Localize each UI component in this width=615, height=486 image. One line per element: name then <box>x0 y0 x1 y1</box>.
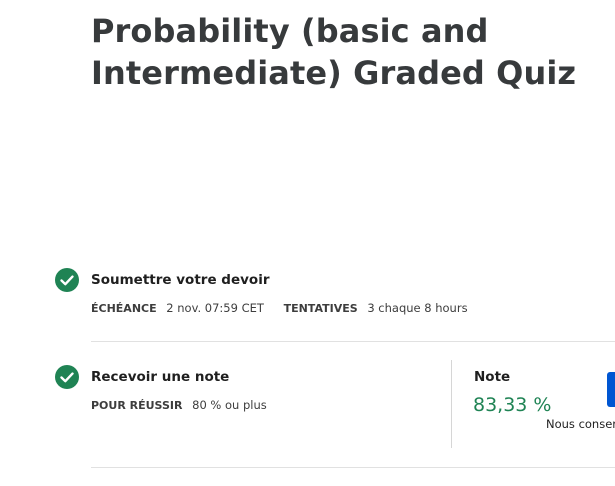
grade-subtext: Nous conser <box>546 417 615 431</box>
grade-step-title: Recevoir une note <box>91 369 230 385</box>
divider <box>91 341 615 342</box>
pass-label: POUR RÉUSSIR <box>91 399 183 412</box>
view-feedback-button[interactable] <box>607 372 615 407</box>
grade-step-meta: POUR RÉUSSIR 80 % ou plus <box>91 398 267 412</box>
submit-step-title: Soumettre votre devoir <box>91 272 270 288</box>
pass-value: 80 % ou plus <box>192 398 267 412</box>
page-title: Probability (basic and Intermediate) Gra… <box>91 12 577 92</box>
grade-value: 83,33 % <box>473 394 552 416</box>
due-label: ÉCHÉANCE <box>91 302 157 315</box>
attempts-label: TENTATIVES <box>283 302 358 315</box>
divider <box>91 467 615 468</box>
check-circle-icon <box>55 268 79 292</box>
vertical-divider <box>451 360 452 448</box>
quiz-page: Probability (basic and Intermediate) Gra… <box>0 0 615 486</box>
due-value: 2 nov. 07:59 CET <box>166 301 264 315</box>
attempts-value: 3 chaque 8 hours <box>367 301 468 315</box>
submit-step-meta: ÉCHÉANCE 2 nov. 07:59 CET TENTATIVES 3 c… <box>91 301 468 315</box>
grade-label: Note <box>474 369 511 385</box>
check-circle-icon <box>55 365 79 389</box>
